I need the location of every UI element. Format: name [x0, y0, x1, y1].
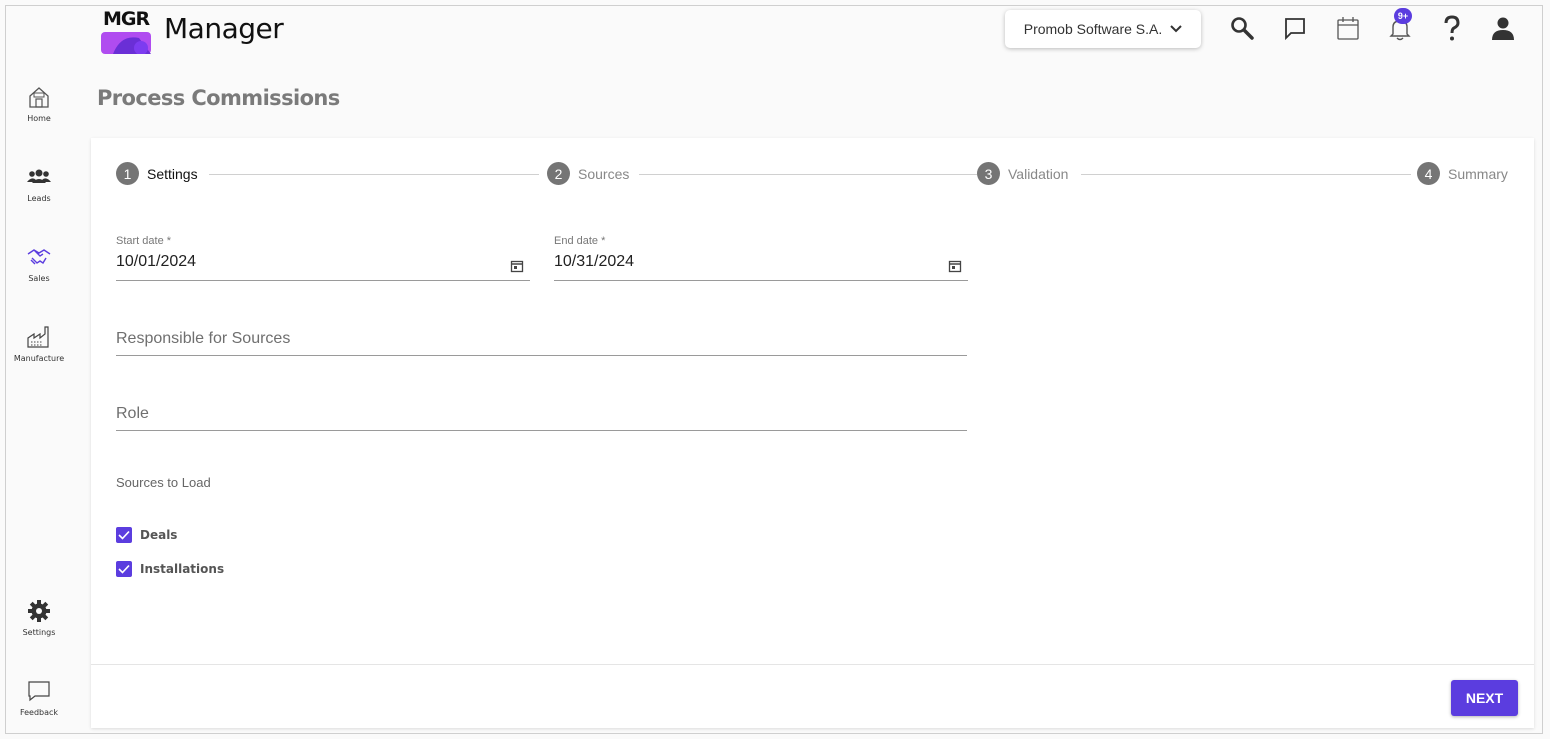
sidebar: Home Leads Sales Manufacture Settings Fe… — [6, 6, 74, 733]
installations-checkbox-row[interactable]: Installations — [116, 561, 224, 577]
card-footer-divider — [91, 664, 1534, 665]
sidebar-item-label: Sales — [28, 274, 50, 283]
checkmark-icon — [118, 530, 130, 540]
deals-checkbox[interactable] — [116, 527, 132, 543]
people-icon — [27, 169, 51, 183]
step-sources[interactable]: 2 Sources — [547, 162, 638, 185]
step-label: Sources — [578, 165, 630, 182]
gear-icon — [28, 600, 50, 622]
sources-to-load-label: Sources to Load — [116, 475, 211, 490]
role-field[interactable]: Role — [116, 398, 967, 431]
app-window: Home Leads Sales Manufacture Settings Fe… — [5, 5, 1543, 734]
field-underline — [116, 430, 967, 431]
sidebar-item-label: Feedback — [19, 708, 59, 717]
chat-bubble-icon — [28, 681, 50, 702]
search-icon[interactable] — [1228, 14, 1256, 42]
step-validation[interactable]: 3 Validation — [977, 162, 1077, 185]
step-number: 3 — [977, 162, 1000, 185]
checkmark-icon — [118, 564, 130, 574]
wizard-card: 1 Settings 2 Sources 3 Validation 4 Summ… — [91, 138, 1534, 728]
sidebar-item-label: Leads — [27, 194, 51, 203]
deals-label: Deals — [140, 528, 178, 542]
step-connector — [1081, 174, 1411, 175]
step-number: 1 — [116, 162, 139, 185]
calendar-picker-icon[interactable] — [510, 259, 524, 273]
sidebar-item-label: Manufacture — [13, 354, 65, 363]
sidebar-item-label: Home — [27, 114, 51, 123]
handshake-icon — [27, 249, 51, 265]
step-label: Settings — [147, 165, 198, 182]
chevron-down-icon — [1170, 25, 1182, 33]
sidebar-item-home[interactable]: Home — [6, 84, 72, 123]
start-date-value: 10/01/2024 — [116, 253, 197, 270]
deals-checkbox-row[interactable]: Deals — [116, 527, 177, 543]
start-date-field[interactable]: Start date * 10/01/2024 — [116, 235, 530, 281]
user-avatar-icon[interactable] — [1489, 14, 1517, 42]
company-selector[interactable]: Promob Software S.A. — [1005, 10, 1201, 48]
calendar-picker-icon[interactable] — [948, 259, 962, 273]
step-connector — [639, 174, 981, 175]
chat-icon[interactable] — [1281, 14, 1309, 42]
logo-shape-icon — [101, 32, 151, 54]
responsible-for-sources-field[interactable]: Responsible for Sources — [116, 323, 967, 356]
role-placeholder: Role — [116, 405, 149, 422]
sidebar-item-label: Settings — [22, 628, 56, 637]
sidebar-item-sales[interactable]: Sales — [6, 244, 72, 283]
field-underline — [554, 280, 968, 281]
calendar-icon[interactable] — [1334, 14, 1362, 42]
company-name: Promob Software S.A. — [1023, 21, 1163, 37]
sidebar-item-manufacture[interactable]: Manufacture — [6, 324, 72, 363]
next-button[interactable]: NEXT — [1451, 680, 1518, 716]
factory-icon — [27, 326, 49, 348]
step-label: Validation — [1008, 165, 1069, 182]
step-settings[interactable]: 1 Settings — [116, 162, 206, 185]
field-underline — [116, 280, 530, 281]
step-number: 2 — [547, 162, 570, 185]
step-label: Summary — [1448, 165, 1508, 182]
installations-label: Installations — [140, 562, 225, 576]
field-underline — [116, 355, 967, 356]
responsible-placeholder: Responsible for Sources — [116, 330, 291, 347]
installations-checkbox[interactable] — [116, 561, 132, 577]
sidebar-item-feedback[interactable]: Feedback — [6, 678, 72, 717]
page-title: Process Commissions — [97, 86, 340, 110]
start-date-label: Start date * — [116, 235, 172, 247]
help-icon[interactable] — [1438, 14, 1466, 42]
end-date-field[interactable]: End date * 10/31/2024 — [554, 235, 968, 281]
step-summary[interactable]: 4 Summary — [1417, 162, 1516, 185]
end-date-label: End date * — [554, 235, 606, 247]
home-icon — [29, 87, 49, 108]
logo-text: MGR — [103, 8, 150, 30]
notification-badge: 9+ — [1394, 8, 1412, 24]
sidebar-item-settings[interactable]: Settings — [6, 598, 72, 637]
end-date-value: 10/31/2024 — [554, 253, 635, 270]
step-number: 4 — [1417, 162, 1440, 185]
sidebar-item-leads[interactable]: Leads — [6, 164, 72, 203]
app-logo: MGR — [101, 8, 151, 54]
app-title: Manager — [164, 12, 284, 45]
step-connector — [209, 174, 539, 175]
